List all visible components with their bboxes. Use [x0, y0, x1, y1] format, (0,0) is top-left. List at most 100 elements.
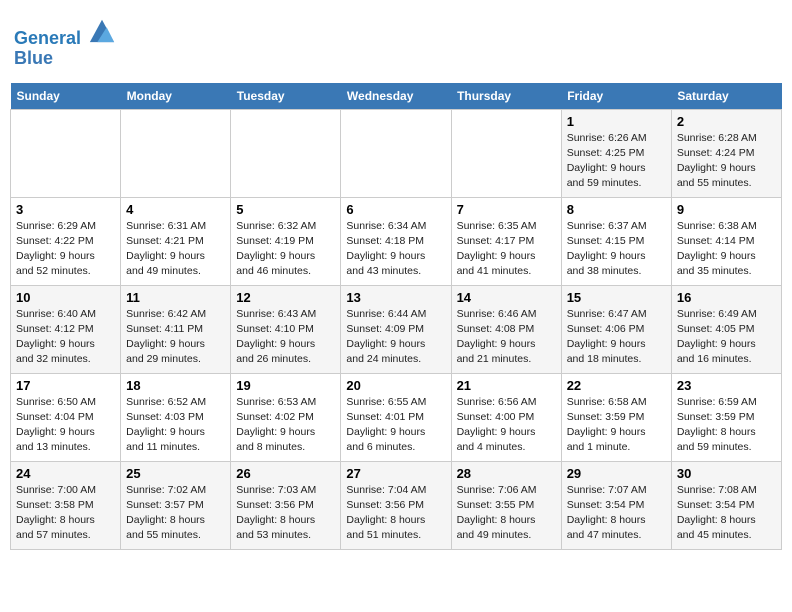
weekday-header-tuesday: Tuesday	[231, 83, 341, 110]
day-info: Sunrise: 7:04 AM Sunset: 3:56 PM Dayligh…	[346, 483, 445, 544]
day-info: Sunrise: 6:43 AM Sunset: 4:10 PM Dayligh…	[236, 307, 335, 368]
calendar-cell: 23 Sunrise: 6:59 AM Sunset: 3:59 PM Dayli…	[671, 373, 781, 461]
day-info: Sunrise: 6:29 AM Sunset: 4:22 PM Dayligh…	[16, 219, 115, 280]
day-info: Sunrise: 6:34 AM Sunset: 4:18 PM Dayligh…	[346, 219, 445, 280]
calendar-week-2: 3 Sunrise: 6:29 AM Sunset: 4:22 PM Daylig…	[11, 197, 782, 285]
calendar-cell	[231, 109, 341, 197]
calendar-cell: 8 Sunrise: 6:37 AM Sunset: 4:15 PM Daylig…	[561, 197, 671, 285]
day-number: 3	[16, 202, 115, 217]
day-number: 17	[16, 378, 115, 393]
calendar-cell: 19 Sunrise: 6:53 AM Sunset: 4:02 PM Dayli…	[231, 373, 341, 461]
calendar-cell: 11 Sunrise: 6:42 AM Sunset: 4:11 PM Dayli…	[121, 285, 231, 373]
day-info: Sunrise: 6:40 AM Sunset: 4:12 PM Dayligh…	[16, 307, 115, 368]
day-info: Sunrise: 6:37 AM Sunset: 4:15 PM Dayligh…	[567, 219, 666, 280]
logo-blue: Blue	[14, 48, 53, 68]
calendar-cell: 17 Sunrise: 6:50 AM Sunset: 4:04 PM Dayli…	[11, 373, 121, 461]
day-number: 16	[677, 290, 776, 305]
day-number: 10	[16, 290, 115, 305]
day-number: 24	[16, 466, 115, 481]
calendar-header: SundayMondayTuesdayWednesdayThursdayFrid…	[11, 83, 782, 110]
day-info: Sunrise: 6:44 AM Sunset: 4:09 PM Dayligh…	[346, 307, 445, 368]
day-number: 22	[567, 378, 666, 393]
day-info: Sunrise: 6:38 AM Sunset: 4:14 PM Dayligh…	[677, 219, 776, 280]
logo-icon	[88, 16, 116, 44]
day-number: 21	[457, 378, 556, 393]
day-number: 29	[567, 466, 666, 481]
calendar-cell: 22 Sunrise: 6:58 AM Sunset: 3:59 PM Dayli…	[561, 373, 671, 461]
calendar-cell	[121, 109, 231, 197]
day-info: Sunrise: 6:58 AM Sunset: 3:59 PM Dayligh…	[567, 395, 666, 456]
day-number: 13	[346, 290, 445, 305]
page-header: General Blue	[10, 10, 782, 75]
day-number: 25	[126, 466, 225, 481]
day-number: 2	[677, 114, 776, 129]
calendar-cell	[451, 109, 561, 197]
calendar-cell: 24Sunrise: 7:00 AM Sunset: 3:58 PM Dayli…	[11, 461, 121, 549]
day-number: 1	[567, 114, 666, 129]
calendar-cell: 5 Sunrise: 6:32 AM Sunset: 4:19 PM Daylig…	[231, 197, 341, 285]
calendar-cell: 16 Sunrise: 6:49 AM Sunset: 4:05 PM Dayli…	[671, 285, 781, 373]
day-info: Sunrise: 7:02 AM Sunset: 3:57 PM Dayligh…	[126, 483, 225, 544]
weekday-header-sunday: Sunday	[11, 83, 121, 110]
calendar-cell: 14 Sunrise: 6:46 AM Sunset: 4:08 PM Dayli…	[451, 285, 561, 373]
day-info: Sunrise: 7:07 AM Sunset: 3:54 PM Dayligh…	[567, 483, 666, 544]
calendar-cell: 3 Sunrise: 6:29 AM Sunset: 4:22 PM Daylig…	[11, 197, 121, 285]
logo-general: General	[14, 28, 81, 48]
day-number: 15	[567, 290, 666, 305]
day-info: Sunrise: 6:35 AM Sunset: 4:17 PM Dayligh…	[457, 219, 556, 280]
day-info: Sunrise: 6:32 AM Sunset: 4:19 PM Dayligh…	[236, 219, 335, 280]
calendar-cell: 15 Sunrise: 6:47 AM Sunset: 4:06 PM Dayli…	[561, 285, 671, 373]
calendar-cell	[11, 109, 121, 197]
calendar-cell: 4Sunrise: 6:31 AM Sunset: 4:21 PM Daylig…	[121, 197, 231, 285]
calendar-week-1: 1 Sunrise: 6:26 AM Sunset: 4:25 PM Daylig…	[11, 109, 782, 197]
calendar-cell: 18 Sunrise: 6:52 AM Sunset: 4:03 PM Dayli…	[121, 373, 231, 461]
day-number: 14	[457, 290, 556, 305]
day-number: 9	[677, 202, 776, 217]
calendar-cell: 28Sunrise: 7:06 AM Sunset: 3:55 PM Dayli…	[451, 461, 561, 549]
calendar-cell: 9 Sunrise: 6:38 AM Sunset: 4:14 PM Daylig…	[671, 197, 781, 285]
day-info: Sunrise: 6:53 AM Sunset: 4:02 PM Dayligh…	[236, 395, 335, 456]
calendar-cell: 12 Sunrise: 6:43 AM Sunset: 4:10 PM Dayli…	[231, 285, 341, 373]
day-number: 23	[677, 378, 776, 393]
day-info: Sunrise: 6:56 AM Sunset: 4:00 PM Dayligh…	[457, 395, 556, 456]
calendar-cell: 20 Sunrise: 6:55 AM Sunset: 4:01 PM Dayli…	[341, 373, 451, 461]
day-number: 6	[346, 202, 445, 217]
day-number: 19	[236, 378, 335, 393]
day-info: Sunrise: 6:46 AM Sunset: 4:08 PM Dayligh…	[457, 307, 556, 368]
weekday-header-saturday: Saturday	[671, 83, 781, 110]
day-number: 27	[346, 466, 445, 481]
calendar-table: SundayMondayTuesdayWednesdayThursdayFrid…	[10, 83, 782, 550]
day-number: 5	[236, 202, 335, 217]
calendar-week-4: 17 Sunrise: 6:50 AM Sunset: 4:04 PM Dayli…	[11, 373, 782, 461]
calendar-cell: 30Sunrise: 7:08 AM Sunset: 3:54 PM Dayli…	[671, 461, 781, 549]
day-number: 8	[567, 202, 666, 217]
day-info: Sunrise: 6:28 AM Sunset: 4:24 PM Dayligh…	[677, 131, 776, 192]
calendar-week-3: 10 Sunrise: 6:40 AM Sunset: 4:12 PM Dayli…	[11, 285, 782, 373]
day-number: 7	[457, 202, 556, 217]
calendar-week-5: 24Sunrise: 7:00 AM Sunset: 3:58 PM Dayli…	[11, 461, 782, 549]
calendar-cell: 6 Sunrise: 6:34 AM Sunset: 4:18 PM Daylig…	[341, 197, 451, 285]
logo: General Blue	[14, 16, 116, 69]
day-info: Sunrise: 6:42 AM Sunset: 4:11 PM Dayligh…	[126, 307, 225, 368]
day-number: 26	[236, 466, 335, 481]
day-number: 11	[126, 290, 225, 305]
day-info: Sunrise: 6:47 AM Sunset: 4:06 PM Dayligh…	[567, 307, 666, 368]
day-number: 18	[126, 378, 225, 393]
day-number: 20	[346, 378, 445, 393]
calendar-cell: 7 Sunrise: 6:35 AM Sunset: 4:17 PM Daylig…	[451, 197, 561, 285]
day-info: Sunrise: 6:55 AM Sunset: 4:01 PM Dayligh…	[346, 395, 445, 456]
day-info: Sunrise: 6:26 AM Sunset: 4:25 PM Dayligh…	[567, 131, 666, 192]
weekday-header-friday: Friday	[561, 83, 671, 110]
calendar-cell: 21 Sunrise: 6:56 AM Sunset: 4:00 PM Dayli…	[451, 373, 561, 461]
calendar-cell: 27 Sunrise: 7:04 AM Sunset: 3:56 PM Dayli…	[341, 461, 451, 549]
calendar-cell: 10 Sunrise: 6:40 AM Sunset: 4:12 PM Dayli…	[11, 285, 121, 373]
calendar-cell	[341, 109, 451, 197]
day-info: Sunrise: 6:52 AM Sunset: 4:03 PM Dayligh…	[126, 395, 225, 456]
day-info: Sunrise: 6:31 AM Sunset: 4:21 PM Dayligh…	[126, 219, 225, 280]
weekday-header-monday: Monday	[121, 83, 231, 110]
day-info: Sunrise: 6:49 AM Sunset: 4:05 PM Dayligh…	[677, 307, 776, 368]
day-number: 12	[236, 290, 335, 305]
calendar-cell: 25 Sunrise: 7:02 AM Sunset: 3:57 PM Dayli…	[121, 461, 231, 549]
day-info: Sunrise: 6:59 AM Sunset: 3:59 PM Dayligh…	[677, 395, 776, 456]
day-info: Sunrise: 6:50 AM Sunset: 4:04 PM Dayligh…	[16, 395, 115, 456]
